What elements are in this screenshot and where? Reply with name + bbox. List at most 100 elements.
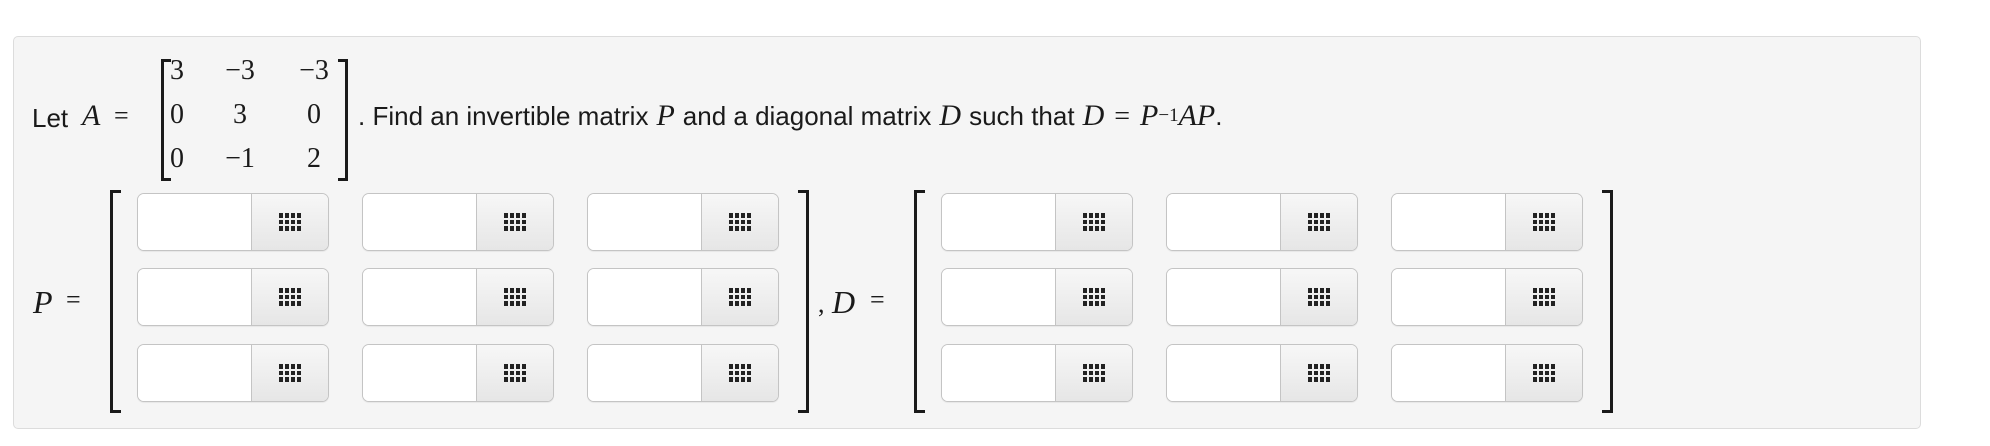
keypad-button[interactable] (476, 269, 553, 325)
keypad-grid-icon (729, 213, 751, 231)
matrix-a-cell: 0 (170, 143, 184, 174)
p-entry-input[interactable] (588, 269, 701, 325)
keypad-button[interactable] (1280, 269, 1357, 325)
p-entry-input[interactable] (138, 345, 251, 401)
d-entry-input[interactable] (1167, 269, 1280, 325)
p-entry-field (362, 193, 554, 251)
var-d: D (939, 99, 962, 132)
keypad-button[interactable] (476, 345, 553, 401)
p-equals: = (66, 285, 81, 314)
and-text: and a diagonal matrix (682, 101, 932, 131)
such-that-text: such that (969, 101, 1075, 131)
keypad-grid-icon (279, 213, 301, 231)
matrix-a-cell: 3 (170, 55, 184, 86)
keypad-button[interactable] (1280, 345, 1357, 401)
p-entry-input[interactable] (588, 194, 701, 250)
p-entry-field (137, 268, 329, 326)
keypad-button[interactable] (1055, 194, 1132, 250)
keypad-grid-icon (1083, 288, 1105, 306)
matrix-a-cell: −3 (225, 55, 255, 86)
keypad-grid-icon (504, 288, 526, 306)
keypad-button[interactable] (476, 194, 553, 250)
matrix-d-right-bracket (1602, 190, 1613, 413)
keypad-grid-icon (504, 213, 526, 231)
keypad-button[interactable] (1055, 345, 1132, 401)
keypad-button[interactable] (251, 194, 328, 250)
equation-ap: AP (1178, 99, 1216, 132)
matrix-a-cell: −3 (299, 55, 329, 86)
d-entry-field (941, 344, 1133, 402)
keypad-button[interactable] (1055, 269, 1132, 325)
d-label: D (832, 284, 856, 320)
p-entry-input[interactable] (363, 345, 476, 401)
keypad-button[interactable] (1505, 194, 1582, 250)
d-entry-input[interactable] (1392, 194, 1505, 250)
equation-lhs: D (1082, 99, 1105, 132)
p-entry-input[interactable] (363, 194, 476, 250)
p-entry-input[interactable] (588, 345, 701, 401)
keypad-grid-icon (729, 288, 751, 306)
equation-equals: = (1114, 101, 1131, 132)
keypad-button[interactable] (251, 269, 328, 325)
p-entry-input[interactable] (138, 269, 251, 325)
keypad-grid-icon (279, 288, 301, 306)
p-entry-field (362, 268, 554, 326)
matrix-d-left-bracket (914, 190, 925, 413)
p-entry-field (137, 344, 329, 402)
matrix-a-cell: 0 (307, 99, 321, 130)
var-a: A (82, 99, 101, 132)
keypad-grid-icon (279, 364, 301, 382)
p-entry-field (137, 193, 329, 251)
d-entry-field (1166, 268, 1358, 326)
p-entry-input[interactable] (363, 269, 476, 325)
d-entry-input[interactable] (1392, 269, 1505, 325)
keypad-grid-icon (1308, 364, 1330, 382)
keypad-grid-icon (729, 364, 751, 382)
keypad-grid-icon (1533, 288, 1555, 306)
keypad-grid-icon (504, 364, 526, 382)
matrix-a-cell: −1 (225, 143, 255, 174)
d-entry-field (1391, 344, 1583, 402)
keypad-button[interactable] (1505, 269, 1582, 325)
keypad-button[interactable] (701, 194, 778, 250)
equation-exponent: −1 (1158, 105, 1179, 126)
p-entry-field (362, 344, 554, 402)
d-entry-input[interactable] (1167, 194, 1280, 250)
d-entry-input[interactable] (942, 269, 1055, 325)
keypad-button[interactable] (1505, 345, 1582, 401)
matrix-a-cell: 3 (233, 99, 247, 130)
keypad-button[interactable] (1280, 194, 1357, 250)
keypad-grid-icon (1308, 213, 1330, 231)
matrix-p-right-bracket (798, 190, 809, 413)
keypad-grid-icon (1533, 213, 1555, 231)
d-entry-input[interactable] (1392, 345, 1505, 401)
d-entry-input[interactable] (942, 345, 1055, 401)
d-entry-field (1391, 193, 1583, 251)
keypad-button[interactable] (701, 269, 778, 325)
keypad-grid-icon (1083, 213, 1105, 231)
sentence-part1: . Find an invertible matrix (358, 101, 649, 131)
p-label: P (33, 284, 53, 320)
matrix-a-cell: 2 (307, 143, 321, 174)
keypad-button[interactable] (701, 345, 778, 401)
p-entry-field (587, 268, 779, 326)
let-text: Let (32, 103, 69, 133)
prompt-sentence: . Find an invertible matrix P and a diag… (358, 99, 1222, 133)
keypad-button[interactable] (251, 345, 328, 401)
d-entry-input[interactable] (1167, 345, 1280, 401)
equals-sign: = (114, 101, 129, 130)
d-entry-field (941, 193, 1133, 251)
p-entry-field (587, 344, 779, 402)
d-entry-field (1166, 344, 1358, 402)
equation-p: P (1140, 99, 1159, 132)
comma: , (818, 289, 825, 318)
p-entry-input[interactable] (138, 194, 251, 250)
keypad-grid-icon (1533, 364, 1555, 382)
keypad-grid-icon (1308, 288, 1330, 306)
d-equals: = (870, 285, 885, 314)
d-entry-field (1391, 268, 1583, 326)
equation-period: . (1215, 101, 1223, 131)
p-entry-field (587, 193, 779, 251)
d-entry-input[interactable] (942, 194, 1055, 250)
matrix-p-left-bracket (110, 190, 121, 413)
